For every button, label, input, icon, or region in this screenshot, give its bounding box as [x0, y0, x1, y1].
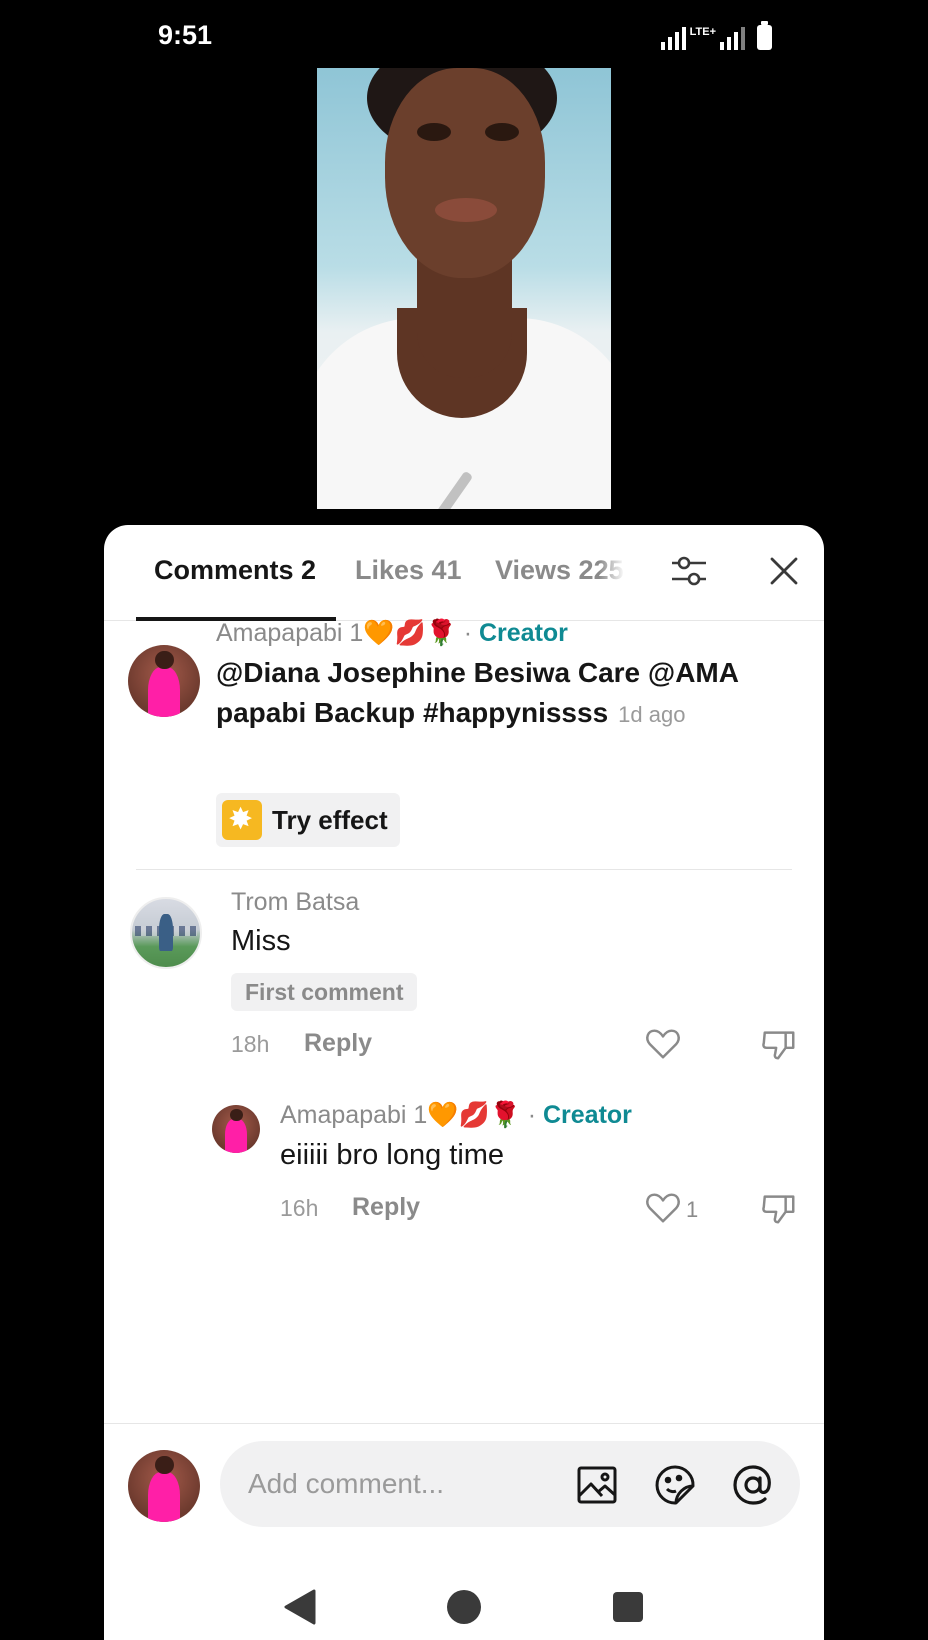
comment-time: 18h [231, 1031, 270, 1057]
post-caption: @Diana Josephine Besiwa Care @AMA papabi… [216, 653, 786, 735]
post-author-name[interactable]: Amapapabi 1 [216, 619, 363, 647]
post-author-line[interactable]: Amapapabi 1🧡💋🌹 · Creator [216, 619, 568, 648]
sticker-icon[interactable] [654, 1464, 696, 1506]
recents-square-icon[interactable] [610, 1587, 646, 1627]
heart-outline-icon[interactable] [644, 1025, 682, 1063]
reply-button[interactable]: Reply [352, 1193, 420, 1222]
filter-sliders-icon[interactable] [670, 551, 710, 591]
network-type: LTE+ [689, 26, 716, 38]
thumbs-down-icon[interactable] [760, 1189, 798, 1227]
video-preview[interactable] [317, 68, 611, 509]
divider [136, 869, 792, 870]
reply-author-avatar[interactable] [212, 1105, 260, 1153]
creator-avatar[interactable] [128, 645, 200, 717]
signal-icon-2 [720, 26, 745, 50]
comment-author-name[interactable]: Trom Batsa [231, 888, 359, 917]
tab-bar: Comments 2 Likes 41 Views 225 [104, 525, 824, 621]
status-bar: 9:51 LTE+ [0, 0, 928, 70]
battery-icon [757, 21, 772, 50]
creator-label: Creator [542, 1101, 632, 1129]
home-circle-icon[interactable] [446, 1587, 482, 1627]
thumbs-down-icon[interactable] [760, 1025, 798, 1063]
reply-author-line[interactable]: Amapapabi 1🧡💋🌹 · Creator [280, 1101, 632, 1130]
composer-divider [104, 1423, 824, 1424]
post-time: 1d ago [618, 702, 686, 727]
heart-emoji: 🧡 [363, 619, 395, 647]
heart-emoji: 🧡 [427, 1101, 459, 1129]
add-comment-input[interactable] [248, 1463, 548, 1505]
system-nav-bar [104, 1565, 824, 1640]
try-effect-button[interactable]: Try effect [216, 793, 400, 847]
creator-label: Creator [478, 619, 568, 647]
comments-panel: Comments 2 Likes 41 Views 225 Amapapabi … [104, 525, 824, 1640]
tab-likes[interactable]: Likes 41 [355, 555, 462, 586]
try-effect-label: Try effect [272, 804, 388, 835]
reply-author-name[interactable]: Amapapabi 1 [280, 1101, 427, 1129]
comment-text: Miss [231, 925, 291, 957]
comment-composer[interactable] [220, 1441, 800, 1527]
separator-dot: · [527, 1101, 537, 1129]
rose-emoji: 🌹 [425, 619, 457, 647]
rose-emoji: 🌹 [489, 1101, 521, 1129]
tab-comments[interactable]: Comments 2 [154, 555, 316, 586]
status-icons: LTE+ [660, 21, 772, 50]
close-icon[interactable] [764, 551, 804, 591]
reply-time: 16h [280, 1195, 319, 1221]
at-mention-icon[interactable] [732, 1464, 774, 1506]
my-avatar [128, 1450, 200, 1522]
reply-text: eiiiii bro long time [280, 1139, 505, 1171]
reply-button[interactable]: Reply [304, 1029, 372, 1058]
status-time: 9:51 [158, 20, 213, 50]
like-count: 1 [686, 1197, 699, 1222]
sparkle-effect-icon [222, 800, 262, 840]
lips-emoji: 💋 [394, 619, 426, 647]
image-icon[interactable] [576, 1464, 618, 1506]
signal-icon [660, 26, 686, 50]
first-comment-badge: First comment [231, 973, 418, 1011]
tab-views[interactable]: Views 225 [495, 555, 625, 586]
back-triangle-icon[interactable] [282, 1587, 318, 1627]
lips-emoji: 💋 [458, 1101, 490, 1129]
commenter-avatar[interactable] [130, 897, 202, 969]
separator-dot: · [463, 619, 473, 647]
heart-outline-icon[interactable] [644, 1189, 682, 1227]
